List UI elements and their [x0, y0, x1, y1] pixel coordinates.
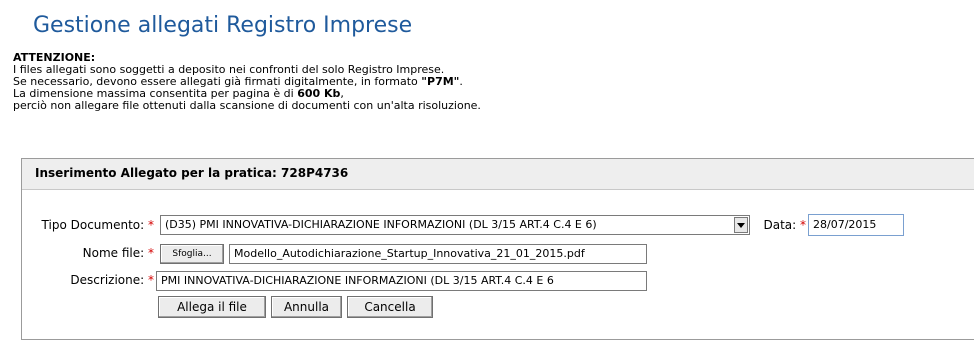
tipo-documento-select[interactable]: (D35) PMI INNOVATIVA-DICHIARAZIONE INFOR… — [160, 215, 750, 235]
required-mark: * — [800, 218, 806, 232]
description-input[interactable]: PMI INNOVATIVA-DICHIARAZIONE INFORMAZION… — [156, 271, 647, 291]
required-mark: * — [148, 273, 154, 287]
date-input[interactable]: 28/07/2015 — [808, 214, 904, 236]
chevron-down-icon[interactable] — [734, 217, 748, 233]
nome-file-label: Nome file: * — [82, 246, 154, 260]
attention-notice: ATTENZIONE: I files allegati sono sogget… — [13, 52, 481, 112]
tipo-documento-label: Tipo Documento: * — [41, 218, 154, 232]
file-name-input[interactable]: Modello_Autodichiarazione_Startup_Innova… — [229, 244, 647, 264]
descrizione-label: Descrizione: * — [70, 273, 154, 287]
cancel-button[interactable]: Annulla — [271, 296, 342, 318]
page-title: Gestione allegati Registro Imprese — [33, 13, 413, 38]
required-mark: * — [148, 218, 154, 232]
browse-button[interactable]: Sfoglia... — [160, 244, 224, 264]
attach-file-button[interactable]: Allega il file — [158, 296, 266, 318]
notice-line-4: perciò non allegare file ottenuti dalla … — [13, 99, 481, 112]
clear-button[interactable]: Cancella — [347, 296, 433, 318]
panel-header: Inserimento Allegato per la pratica: 728… — [22, 159, 974, 190]
required-mark: * — [148, 246, 154, 260]
data-label: Data: * — [763, 218, 806, 232]
